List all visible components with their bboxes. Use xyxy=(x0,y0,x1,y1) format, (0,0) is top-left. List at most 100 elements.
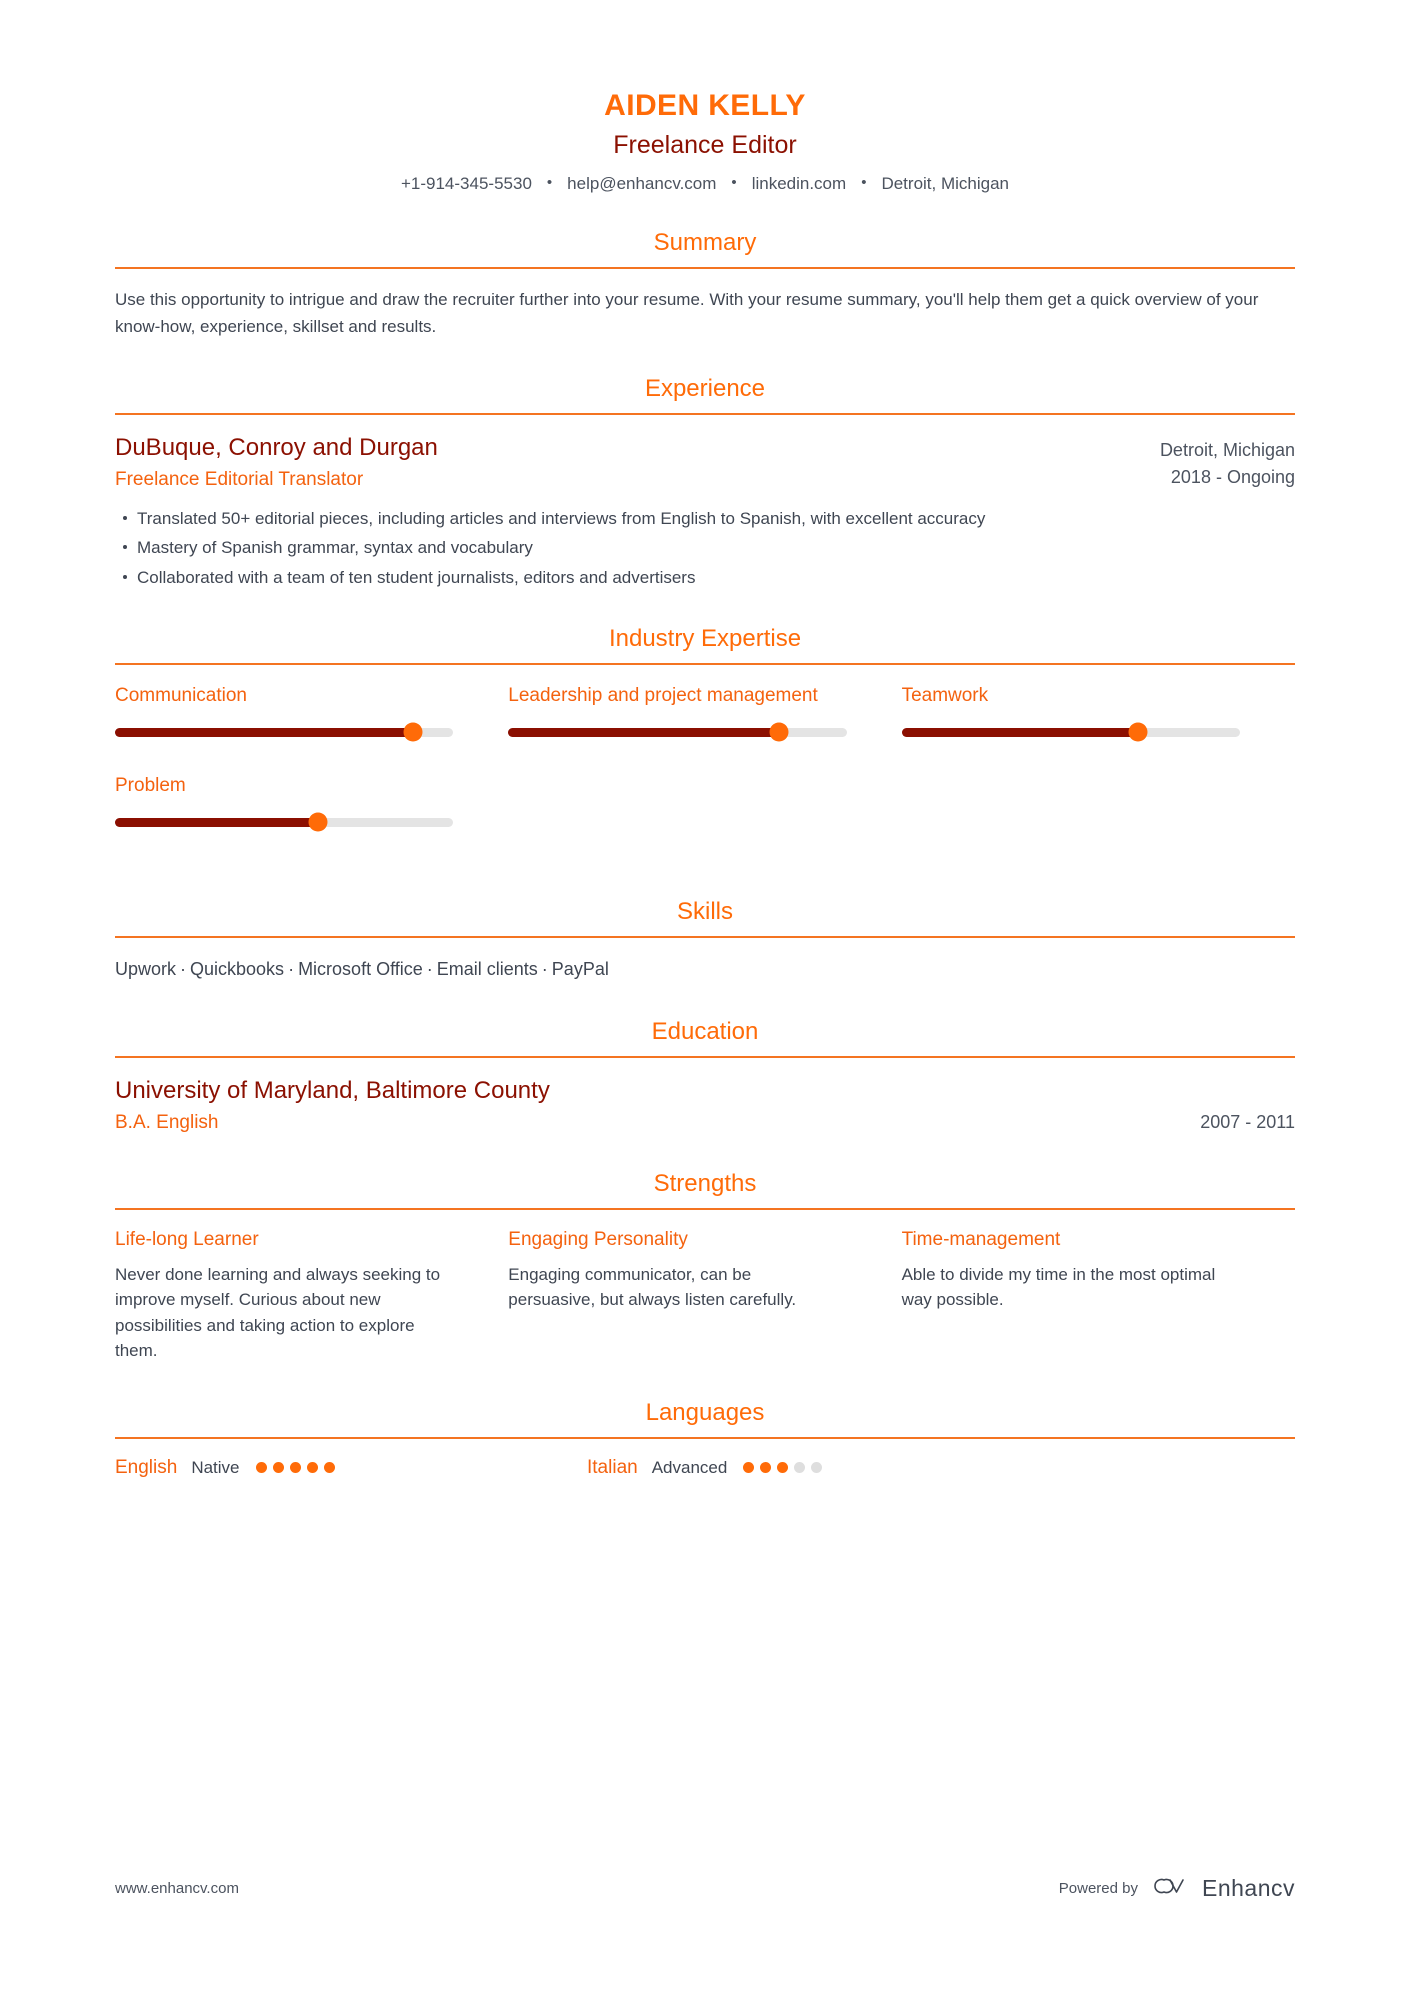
rating-dot-filled xyxy=(777,1462,789,1474)
skill-separator: · xyxy=(426,959,433,980)
expertise-label: Problem xyxy=(115,775,186,797)
slider-track[interactable] xyxy=(115,722,454,742)
rating-dot-empty xyxy=(811,1462,823,1474)
language-level: Advanced xyxy=(651,1457,728,1477)
strength-description: Never done learning and always seeking t… xyxy=(115,1264,441,1361)
language-name: Italian xyxy=(587,1456,638,1478)
strength-title: Engaging Personality xyxy=(508,1228,688,1250)
strength-item: Life-long Learner Never done learning and… xyxy=(115,1228,508,1364)
experience-dates: 2018 - Ongoing xyxy=(1170,466,1295,487)
expertise-slider[interactable] xyxy=(115,722,454,742)
contact-item[interactable]: +1-914-345-5530 xyxy=(401,174,532,194)
section-experience: Experience DuBuque, Conroy and Durgan Fr… xyxy=(115,374,1295,590)
contact-separator: • xyxy=(546,173,553,191)
expertise-item: Communication xyxy=(115,683,508,742)
section-title-skills: Skills xyxy=(676,898,733,926)
expertise-item: Teamwork xyxy=(901,683,1295,742)
education-entry: University of Maryland, Baltimore County… xyxy=(115,1076,1295,1135)
languages-grid: English Native Italian Advanced xyxy=(115,1457,1295,1479)
candidate-role: Freelance Editor xyxy=(613,131,797,159)
experience-bullet: Translated 50+ editorial pieces, includi… xyxy=(115,506,1295,532)
contact-item[interactable]: help@enhancv.com xyxy=(567,174,716,194)
section-languages: Languages English Native Italian Advanced xyxy=(115,1398,1295,1479)
language-level: Native xyxy=(191,1457,240,1477)
section-title-strengths: Strengths xyxy=(653,1169,757,1197)
expertise-slider[interactable] xyxy=(115,812,454,832)
language-rating-dots xyxy=(255,1462,335,1474)
resume-page: AIDEN KELLY Freelance Editor +1-914-345-… xyxy=(0,0,1410,1995)
rating-dot-empty xyxy=(794,1462,806,1474)
section-title-industry-expertise: Industry Expertise xyxy=(608,625,802,653)
expertise-slider[interactable] xyxy=(508,722,847,742)
skill-item: Upwork xyxy=(115,959,177,980)
skill-item: Email clients xyxy=(436,959,538,980)
slider-knob[interactable] xyxy=(1128,722,1148,742)
experience-location: Detroit, Michigan xyxy=(1159,439,1295,460)
brand-name: Enhancv xyxy=(1201,1875,1295,1901)
education-dates: 2007 - 2011 xyxy=(1200,1112,1295,1133)
slider-fill xyxy=(901,727,1139,737)
section-education: Education University of Maryland, Baltim… xyxy=(115,1017,1295,1135)
expertise-label: Leadership and project management xyxy=(508,685,818,707)
expertise-item: Problem xyxy=(115,773,508,832)
expertise-label: Teamwork xyxy=(901,685,989,707)
experience-bullets: Translated 50+ editorial pieces, includi… xyxy=(115,506,1295,591)
strengths-grid: Life-long Learner Never done learning and… xyxy=(115,1228,1295,1364)
experience-entry: DuBuque, Conroy and Durgan Freelance Edi… xyxy=(115,433,1295,492)
contact-line: +1-914-345-5530 • help@enhancv.com • linkedi… xyxy=(115,174,1295,194)
section-skills: Skills Upwork · Quickbooks · Microsoft Offic… xyxy=(115,897,1295,983)
slider-track[interactable] xyxy=(508,722,847,742)
skill-separator: · xyxy=(180,959,187,980)
skill-separator: · xyxy=(288,959,295,980)
skills-list: Upwork · Quickbooks · Microsoft Office · Email… xyxy=(115,956,1295,983)
section-title-education: Education xyxy=(651,1018,759,1046)
candidate-name: AIDEN KELLY xyxy=(604,89,806,122)
language-item: English Native xyxy=(115,1457,587,1479)
strength-title: Life-long Learner xyxy=(115,1228,259,1250)
rating-dot-filled xyxy=(272,1462,284,1474)
contact-item[interactable]: linkedin.com xyxy=(752,174,847,194)
section-industry-expertise: Industry Expertise Communication Leadersh… xyxy=(115,624,1295,863)
expertise-item: Leadership and project management xyxy=(508,683,901,742)
slider-fill xyxy=(115,817,318,827)
education-school: University of Maryland, Baltimore County xyxy=(115,1077,550,1105)
language-item: Italian Advanced xyxy=(587,1457,1059,1479)
slider-track[interactable] xyxy=(115,812,454,832)
rating-dot-filled xyxy=(306,1462,318,1474)
contact-item[interactable]: Detroit, Michigan xyxy=(881,174,1009,194)
skill-item: Microsoft Office xyxy=(298,959,423,980)
skill-item: PayPal xyxy=(551,959,609,980)
rating-dot-filled xyxy=(255,1462,267,1474)
footer-website[interactable]: www.enhancv.com xyxy=(115,1880,239,1897)
slider-track[interactable] xyxy=(901,722,1240,742)
section-summary: Summary Use this opportunity to intrigue… xyxy=(115,228,1295,340)
section-title-experience: Experience xyxy=(644,374,766,402)
resume-header: AIDEN KELLY Freelance Editor +1-914-345-… xyxy=(115,88,1295,194)
contact-separator: • xyxy=(731,173,737,191)
slider-knob[interactable] xyxy=(403,722,423,742)
education-degree: B.A. English xyxy=(115,1112,219,1134)
rating-dot-filled xyxy=(743,1462,755,1474)
slider-fill xyxy=(508,727,779,737)
expertise-slider[interactable] xyxy=(901,722,1240,742)
skill-item: Quickbooks xyxy=(190,959,285,980)
slider-fill xyxy=(115,727,413,737)
page-footer: www.enhancv.com Powered by Enhancv xyxy=(115,1874,1295,1903)
rating-dot-filled xyxy=(289,1462,301,1474)
section-strengths: Strengths Life-long Learner Never done le… xyxy=(115,1169,1295,1364)
section-title-languages: Languages xyxy=(645,1398,765,1426)
slider-knob[interactable] xyxy=(769,722,789,742)
footer-branding: Powered by Enhancv xyxy=(1059,1874,1295,1903)
strength-title: Time-management xyxy=(901,1228,1061,1250)
language-name: English xyxy=(115,1456,178,1478)
experience-role: Freelance Editorial Translator xyxy=(115,468,364,490)
slider-knob[interactable] xyxy=(308,812,328,832)
language-rating-dots xyxy=(743,1462,823,1474)
section-title-summary: Summary xyxy=(653,229,757,257)
expertise-label: Communication xyxy=(115,685,247,707)
strength-description: Engaging communicator, can be persuasive… xyxy=(508,1264,797,1310)
powered-by-label: Powered by xyxy=(1058,1880,1138,1897)
rating-dot-filled xyxy=(323,1462,335,1474)
expertise-grid: Communication Leadership and project mana… xyxy=(115,683,1295,863)
experience-bullet: Mastery of Spanish grammar, syntax and v… xyxy=(115,535,1295,561)
